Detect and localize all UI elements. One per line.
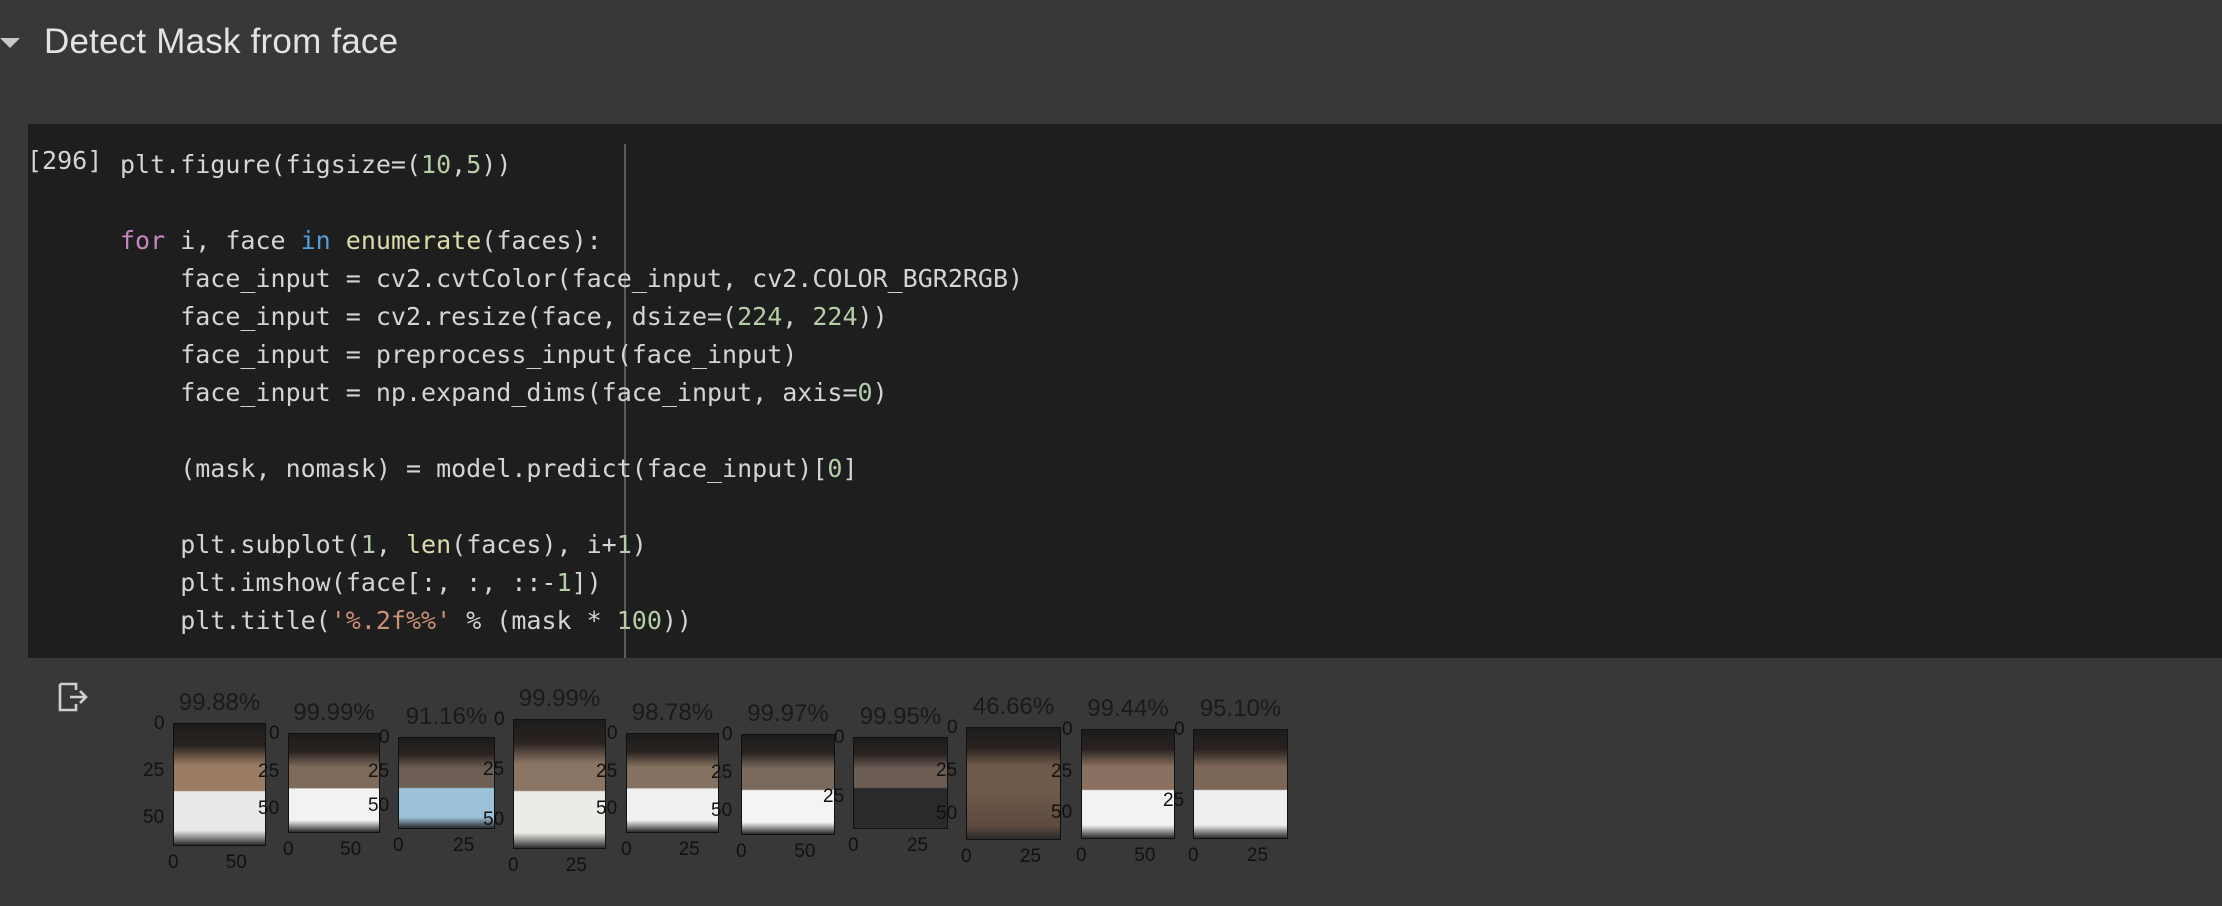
x-tick-label: 25 [453, 835, 475, 856]
face-thumbnail [626, 733, 719, 833]
y-tick-label: 25 [823, 785, 845, 807]
face-thumbnail [1081, 729, 1175, 839]
code-line[interactable] [120, 184, 1023, 222]
x-tick-label: 0 [961, 846, 972, 867]
y-tick-label: 0 [154, 713, 165, 734]
y-tick-label: 25 [258, 760, 280, 782]
subplot-title: 91.16% [405, 703, 488, 730]
y-tick-label: 0 [1174, 719, 1185, 740]
face-thumbnail [853, 737, 948, 829]
subplot-title: 95.10% [1199, 695, 1282, 722]
y-tick-label: 50 [936, 802, 958, 824]
x-tick-label: 0 [1076, 845, 1087, 866]
code-line[interactable]: for i, face in enumerate(faces): [120, 222, 1023, 260]
y-tick-label: 25 [368, 761, 390, 783]
x-tick-label: 25 [565, 855, 587, 876]
x-tick-label: 25 [678, 839, 700, 860]
y-tick-label: 25 [596, 760, 618, 782]
code-line[interactable]: plt.imshow(face[:, :, ::-1]) [120, 564, 1023, 602]
x-tick-label: 0 [393, 835, 404, 856]
y-tick-label: 0 [494, 709, 505, 730]
y-tick-label: 0 [269, 723, 280, 744]
y-tick-label: 50 [143, 807, 165, 829]
y-tick-label: 25 [483, 759, 505, 780]
face-thumbnail [966, 727, 1061, 840]
x-tick-label: 50 [225, 852, 247, 873]
y-tick-label: 25 [1163, 790, 1185, 812]
x-tick-label: 0 [283, 839, 294, 860]
y-tick-label: 25 [936, 759, 958, 781]
x-tick-label: 50 [794, 841, 816, 862]
section-title: Detect Mask from face [44, 22, 399, 61]
y-tick-label: 50 [596, 798, 618, 819]
face-thumbnail [288, 733, 380, 833]
y-tick-label: 25 [143, 760, 165, 782]
y-tick-label: 0 [722, 724, 733, 745]
code-line[interactable] [120, 488, 1023, 526]
y-tick-label: 50 [258, 798, 280, 819]
subplot-title: 46.66% [972, 693, 1055, 720]
face-thumbnail [741, 734, 835, 835]
code-line[interactable]: face_input = np.expand_dims(face_input, … [120, 374, 1023, 412]
subplot-title: 99.88% [178, 689, 261, 716]
subplot-title: 99.44% [1087, 695, 1169, 722]
y-tick-label: 0 [379, 727, 390, 748]
code-line[interactable]: face_input = cv2.cvtColor(face_input, cv… [120, 260, 1023, 298]
y-tick-label: 0 [834, 727, 845, 748]
subplot-title: 99.95% [859, 703, 942, 730]
code-line[interactable]: plt.title('%.2f%%' % (mask * 100)) [120, 602, 1023, 640]
output-redirect-icon[interactable] [56, 680, 90, 714]
face-thumbnail [398, 737, 495, 829]
face-thumbnail [173, 723, 266, 846]
y-tick-label: 0 [607, 723, 618, 744]
x-tick-label: 50 [1134, 845, 1156, 866]
code-line[interactable]: face_input = preprocess_input(face_input… [120, 336, 1023, 374]
section-header: Detect Mask from face [0, 0, 2222, 92]
x-tick-label: 0 [508, 855, 519, 876]
subplot-title: 99.99% [518, 685, 601, 712]
y-tick-label: 50 [368, 795, 390, 817]
x-tick-label: 0 [168, 852, 179, 873]
y-tick-label: 0 [947, 717, 958, 738]
y-tick-label: 50 [483, 809, 505, 830]
y-tick-label: 0 [1062, 719, 1073, 740]
subplot-title: 98.78% [631, 699, 714, 726]
y-tick-label: 25 [1051, 760, 1073, 782]
y-tick-label: 50 [1051, 802, 1073, 824]
x-tick-label: 0 [848, 835, 859, 856]
x-tick-label: 50 [340, 839, 362, 860]
code-line[interactable]: plt.subplot(1, len(faces), i+1) [120, 526, 1023, 564]
x-tick-label: 25 [1019, 846, 1042, 867]
execution-count: [296] [27, 146, 103, 175]
x-tick-label: 25 [906, 835, 929, 856]
y-tick-label: 50 [711, 799, 733, 821]
x-tick-label: 0 [621, 839, 632, 860]
x-tick-label: 0 [1188, 845, 1199, 866]
x-tick-label: 0 [736, 841, 747, 862]
face-thumbnail [1193, 729, 1288, 839]
collapse-caret-icon[interactable] [0, 38, 20, 48]
face-thumbnail [513, 719, 606, 849]
code-line[interactable]: (mask, nomask) = model.predict(face_inpu… [120, 450, 1023, 488]
code-line[interactable] [120, 412, 1023, 450]
code-line[interactable]: face_input = cv2.resize(face, dsize=(224… [120, 298, 1023, 336]
x-tick-label: 25 [1246, 845, 1269, 866]
y-tick-label: 25 [711, 761, 733, 783]
code-editor[interactable]: plt.figure(figsize=(10,5)) for i, face i… [120, 146, 1023, 640]
subplot-title: 99.97% [747, 700, 829, 727]
subplot-title: 99.99% [293, 699, 375, 726]
code-line[interactable]: plt.figure(figsize=(10,5)) [120, 146, 1023, 184]
